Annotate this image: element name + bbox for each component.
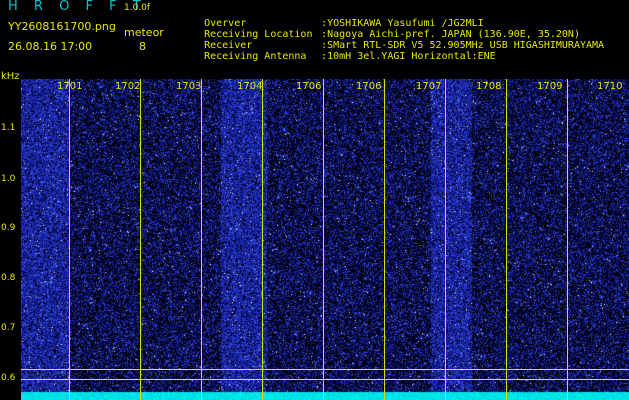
- info-value: :10mH 3el.YAGI Horizontal:ENE: [321, 51, 496, 62]
- meteor-label: meteor: [124, 26, 164, 39]
- spectrogram-canvas: [21, 79, 629, 400]
- frequency-tick-label: 0.9: [1, 223, 16, 233]
- image-filename: YY2608161700.png: [8, 20, 116, 33]
- minute-marker: [384, 79, 385, 400]
- frequency-axis: kHz 1.1 1.0 0.9 0.8 0.7 0.6: [0, 68, 21, 400]
- time-tick-label: 1710: [597, 81, 623, 92]
- minute-marker: [201, 79, 202, 400]
- time-tick-label: 1703: [176, 81, 202, 92]
- frequency-tick-label: 0.7: [1, 323, 16, 333]
- minute-marker: [506, 79, 507, 400]
- minute-marker: [69, 79, 70, 400]
- spectrogram-plot: 1701 1702 1703 1704 1706 1706 1707 1708 …: [0, 68, 629, 400]
- frequency-guide-line: [21, 369, 629, 370]
- capture-timestamp: 26.08.16 17:00: [8, 40, 93, 53]
- time-tick-label: 1709: [537, 81, 563, 92]
- time-tick-label: 1706: [296, 81, 322, 92]
- minute-marker: [140, 79, 141, 400]
- app-version: 1.0.0f: [124, 3, 151, 13]
- frequency-tick-label: 0.6: [1, 373, 16, 383]
- frequency-unit-label: kHz: [1, 71, 20, 82]
- minute-marker: [445, 79, 446, 400]
- meteor-count: 8: [139, 40, 146, 53]
- frequency-guide-line: [21, 379, 629, 380]
- info-key: Receiving Antenna: [204, 51, 307, 62]
- time-tick-label: 1707: [416, 81, 442, 92]
- minute-marker: [262, 79, 263, 400]
- minute-marker: [323, 79, 324, 400]
- frequency-tick-label: 1.1: [1, 123, 16, 133]
- time-tick-label: 1702: [115, 81, 141, 92]
- time-tick-label: 1708: [476, 81, 502, 92]
- time-tick-label: 1701: [57, 81, 83, 92]
- frequency-tick-label: 1.0: [1, 174, 16, 184]
- time-tick-label: 1704: [237, 81, 263, 92]
- minute-marker: [567, 79, 568, 400]
- time-tick-label: 1706: [356, 81, 382, 92]
- header-panel: H R O F F T 1.0.0f YY2608161700.png 26.0…: [0, 0, 629, 68]
- frequency-tick-label: 0.8: [1, 273, 16, 283]
